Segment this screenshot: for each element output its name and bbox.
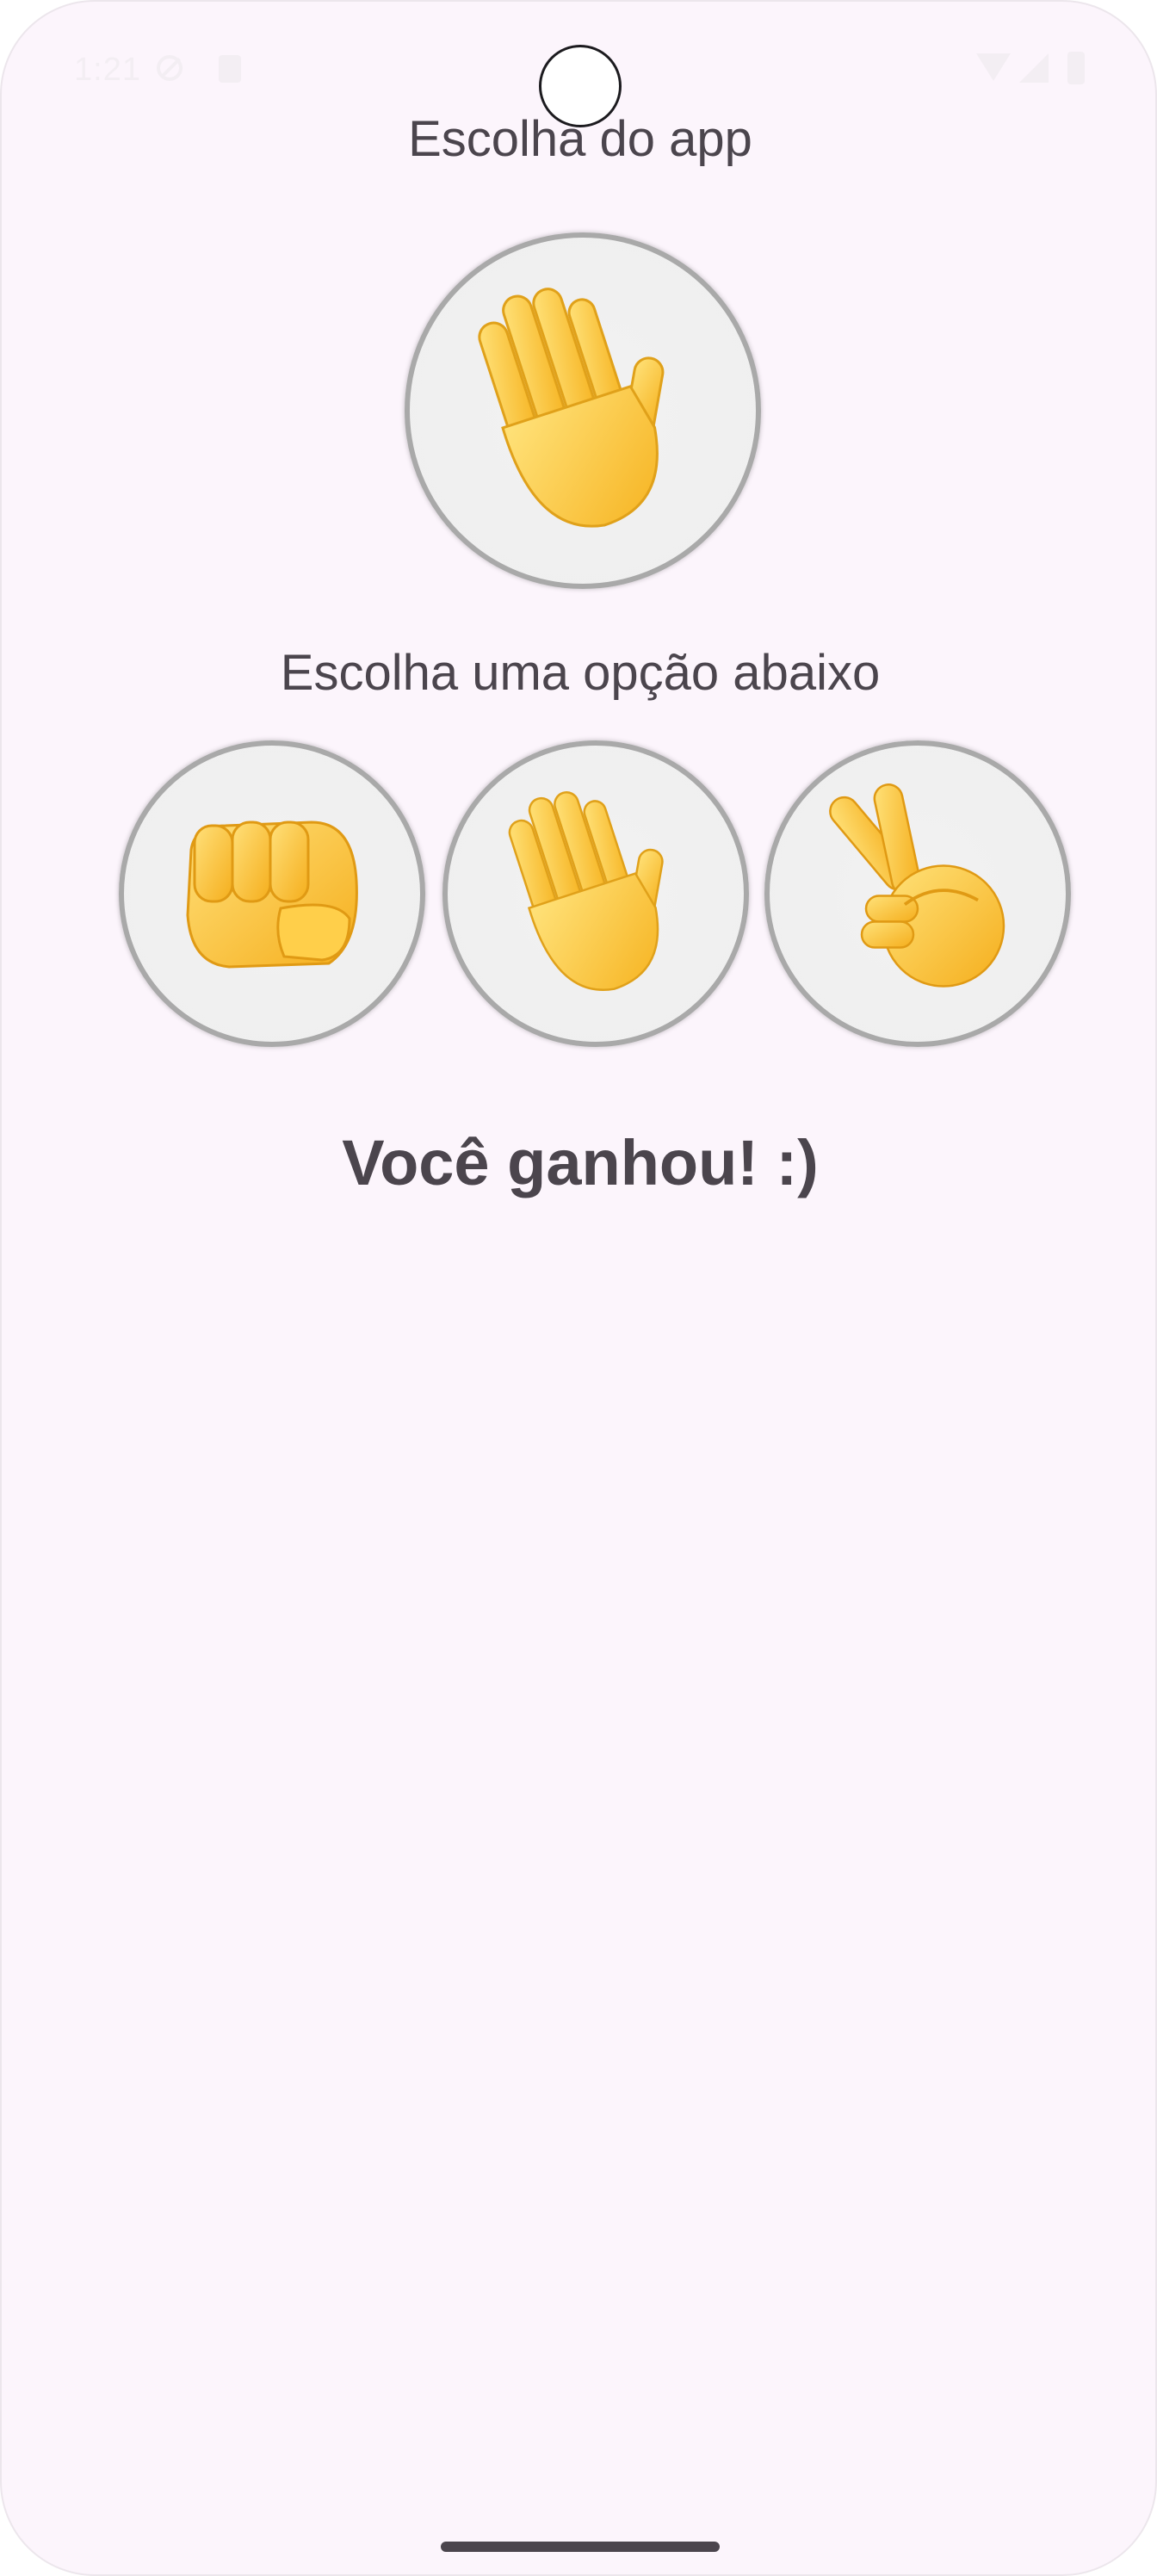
fist-icon [186, 820, 358, 969]
wifi-icon [976, 53, 1011, 81]
user-choice-heading: Escolha uma opção abaixo [280, 645, 881, 701]
paper-option-button[interactable] [442, 740, 749, 1047]
app-choice-image [405, 232, 761, 589]
app-screen: 1:21 Escolha do app Escolha uma opção ab… [0, 0, 1157, 2576]
raised-hand-icon [478, 288, 665, 528]
victory-hand-icon [829, 783, 1005, 988]
raised-hand-icon [508, 791, 664, 992]
battery-icon [1067, 52, 1085, 84]
result-text: Você ganhou! :) [342, 1127, 819, 1198]
do-not-disturb-icon [157, 55, 183, 81]
sim-card-icon [219, 55, 241, 83]
signal-icon [1019, 53, 1049, 83]
app-choice-heading: Escolha do app [408, 111, 752, 167]
scissors-option-button[interactable] [764, 740, 1071, 1047]
status-time: 1:21 [74, 52, 141, 88]
rock-option-button[interactable] [119, 740, 425, 1047]
home-indicator[interactable] [441, 2542, 720, 2552]
